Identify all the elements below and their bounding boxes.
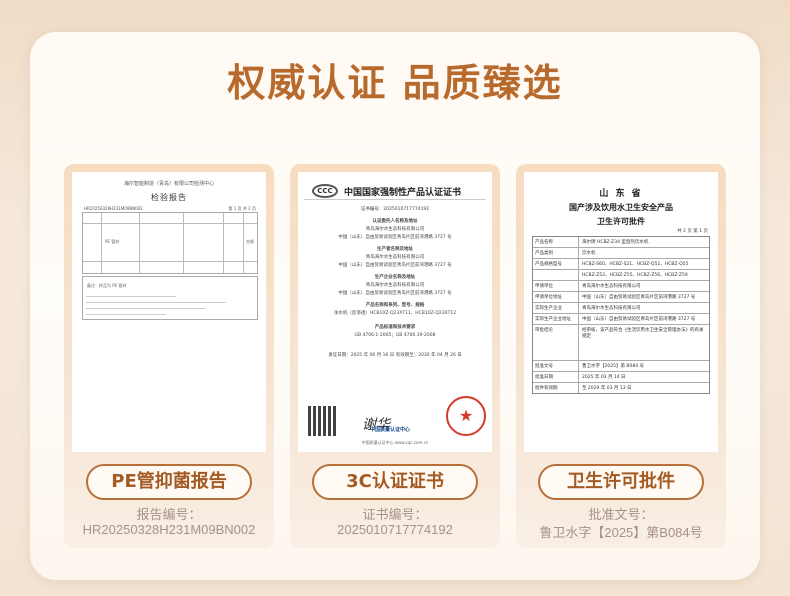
table-row: HCBZ-Z53、HCBZ-Z55、HCBZ-Z56、HCBZ-Z59	[533, 270, 709, 281]
table-row: 产品名称 海尔牌 HCBZ-Z34 型直热饮水机	[533, 237, 709, 248]
cert-standard-label: 产品标准和技术要求	[374, 325, 416, 330]
permit-table: 产品名称 海尔牌 HCBZ-Z34 型直热饮水机 产品类别 饮水机 产品规格型号 HC…	[532, 236, 710, 394]
pe-report-number-label: 报告编号：	[136, 507, 202, 522]
cert-number: 证书编号：2025010717774192	[360, 207, 430, 212]
table-row: 批件有效期至 2029 年 03 月 13 日	[533, 383, 709, 393]
table-row: 批准文号 鲁卫水字【2025】第 B084 号	[533, 361, 709, 372]
table-row: 产品类别 饮水机	[533, 248, 709, 259]
page-background: 权威认证 品质臻选 海尔智能制造（青岛）有限公司检测中心 检验报告 HR2025…	[0, 0, 790, 596]
3c-certificate-number-label: 证书编号：	[362, 507, 428, 522]
report-number: HR20250328H231M09BN002	[84, 206, 143, 211]
qr-code-icon	[308, 406, 338, 436]
cert-maker: 青岛海尔水生态科技有限公司	[365, 255, 425, 260]
permit-title-line2: 卫生许可批件	[597, 217, 645, 226]
report-result: 合格	[246, 239, 254, 244]
panel-hygiene-permit: 山 东 省 国产涉及饮用水卫生安全产品 卫生许可批件 共 2 页 第 1 页 产…	[516, 164, 726, 548]
red-seal-icon: ★	[446, 396, 486, 436]
cert-maker-address: 中国（山东）自由贸易试验区青岛片区前湾港路 3727 号	[338, 263, 452, 268]
table-row: 申请单位地址 中国（山东）自由贸易试验区青岛片区前湾港路 3727 号	[533, 292, 709, 303]
cert-applicant-label: 认证委托人名称及地址	[372, 219, 418, 224]
pe-report-badge: PE管抑菌报告	[86, 464, 252, 500]
cert-applicant: 青岛海尔水生态科技有限公司	[365, 227, 425, 232]
cert-standard: GB 4706.1-2005；GB 4706.19-2008	[354, 333, 436, 338]
panel-pe-report: 海尔智能制造（青岛）有限公司检测中心 检验报告 HR20250328H231M0…	[64, 164, 274, 548]
hygiene-permit-document: 山 东 省 国产涉及饮用水卫生安全产品 卫生许可批件 共 2 页 第 1 页 产…	[524, 172, 718, 452]
3c-certificate-document: CCC 中国国家强制性产品认证证书 证书编号：2025010717774192 …	[298, 172, 492, 452]
report-remark: 备注：样品为 PE 管材	[87, 283, 127, 288]
table-row: 产品规格型号 HCBZ-S60、HCBZ-S21、HCBZ-Q51、HCBZ-Q5…	[533, 259, 709, 270]
ccc-logo-icon: CCC	[312, 184, 338, 198]
cert-maker-label: 生产者名称及地址	[377, 247, 413, 252]
cert-title: 中国国家强制性产品认证证书	[344, 188, 462, 198]
pe-report-number-value: HR20250328H231M09BN002	[82, 522, 256, 537]
hygiene-permit-number-value: 鲁卫水字【2025】第B084号	[539, 525, 703, 540]
table-row: 实际生产企业 青岛海尔水生态科技有限公司	[533, 303, 709, 314]
cert-factory-address: 中国（山东）自由贸易试验区青岛片区前湾港路 3727 号	[338, 291, 452, 296]
cert-factory-label: 生产企业名称及地址	[374, 275, 416, 280]
3c-certificate-number-value: 2025010717774192	[337, 522, 453, 537]
cert-address: 中国（山东）自由贸易试验区青岛片区前湾港路 3727 号	[338, 235, 452, 240]
hygiene-permit-badge: 卫生许可批件	[538, 464, 704, 500]
permit-title-line1: 国产涉及饮用水卫生安全产品	[569, 203, 673, 212]
permit-province: 山 东 省	[599, 189, 643, 199]
hygiene-permit-number-label: 批准文号：	[588, 507, 654, 522]
cqc-name: 中国质量认证中心	[370, 427, 411, 433]
3c-certificate-badge: 3C认证证书	[312, 464, 478, 500]
pe-report-document: 海尔智能制造（青岛）有限公司检测中心 检验报告 HR20250328H231M0…	[72, 172, 266, 452]
cert-footer: 中国质量认证中心 www.cqc.com.cn	[361, 440, 429, 445]
report-table: PE 管材 合格	[82, 212, 258, 274]
report-title: 检验报告	[151, 193, 187, 202]
panel-3c-certificate: CCC 中国国家强制性产品认证证书 证书编号：2025010717774192 …	[290, 164, 500, 548]
permit-page: 共 2 页 第 1 页	[677, 229, 708, 234]
cert-product-label: 产品名称和系列、型号、规格	[365, 303, 425, 308]
table-row: 申请单位 青岛海尔水生态科技有限公司	[533, 281, 709, 292]
cert-factory: 青岛海尔水生态科技有限公司	[365, 283, 425, 288]
report-sample: PE 管材	[105, 239, 120, 244]
headline: 权威认证 品质臻选	[227, 61, 563, 105]
report-org: 海尔智能制造（青岛）有限公司检测中心	[123, 181, 214, 187]
table-row: 审批结论 经审核，该产品符合《生活饮用水卫生安全管理办法》的有关规定	[533, 325, 709, 361]
table-row: 批准日期 2025 年 03 月 14 日	[533, 372, 709, 383]
table-row: 实际生产企业地址 中国（山东）自由贸易试验区青岛片区前湾港路 3727 号	[533, 314, 709, 325]
cert-issue-dates: 发证日期：2025 年 06 月 16 日 有效期至：2030 年 04 月 2…	[328, 353, 462, 358]
cert-product: 净水机（反渗透）HCB10Z-Q23XT11、HCB10Z-Q23XT12	[333, 311, 457, 316]
